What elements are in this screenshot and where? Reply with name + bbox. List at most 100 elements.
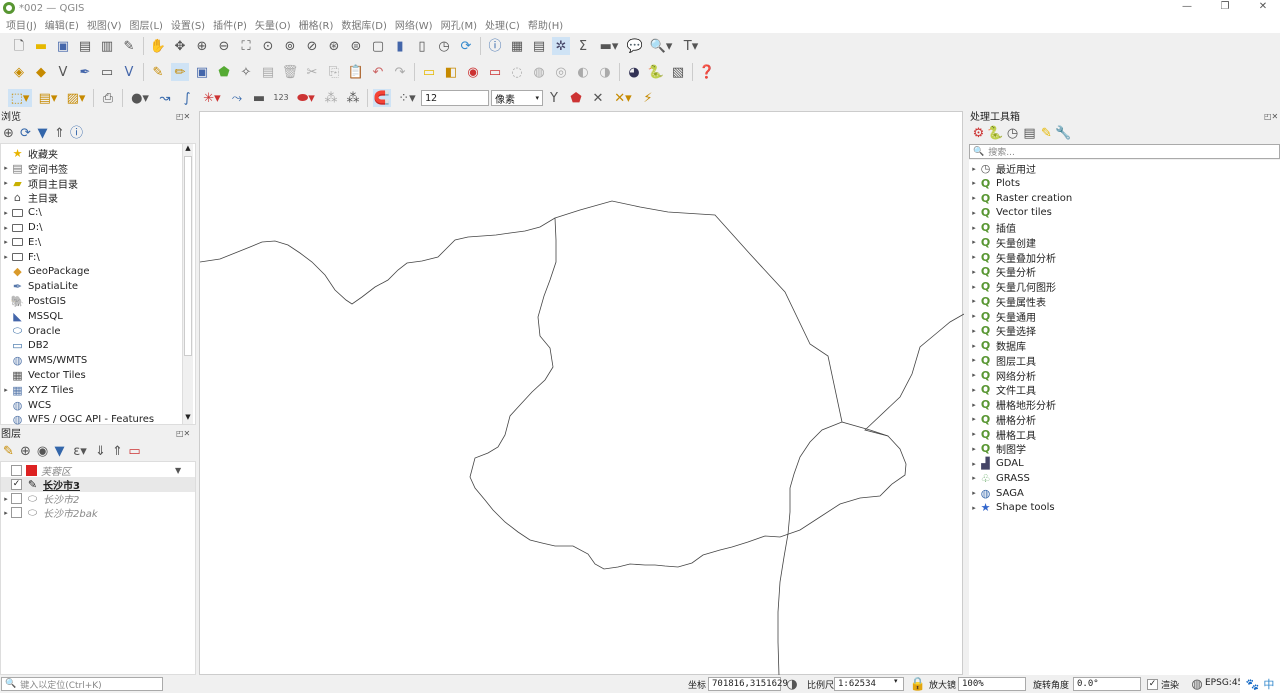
expand-arrow-icon[interactable]: ▸ <box>969 371 979 379</box>
menu-item[interactable]: 图层(L) <box>126 17 167 32</box>
expand-arrow-icon[interactable]: ▸ <box>969 253 979 261</box>
expand-arrow-icon[interactable]: ▸ <box>1 224 11 232</box>
digitize-curve-icon[interactable]: ∫ <box>178 89 196 107</box>
expand-arrow-icon[interactable]: ▸ <box>1 509 11 517</box>
scrollbar-thumb[interactable] <box>184 156 192 356</box>
options-icon[interactable]: 🔧 <box>1055 125 1071 143</box>
self-snap-icon[interactable]: ⚡ <box>639 89 657 107</box>
toolbox-group[interactable]: ▸ Q 栅格分析 <box>969 412 1036 427</box>
zoom-next-icon[interactable]: ⊜ <box>347 37 365 55</box>
add-group-icon[interactable]: ⊕ <box>19 443 32 461</box>
map-canvas[interactable] <box>199 111 964 676</box>
toolbox-group[interactable]: ▸ ▟ GDAL <box>969 456 1023 471</box>
lock-scale-icon[interactable]: 🔒 <box>910 675 926 693</box>
maximize-button[interactable]: ❐ <box>1208 0 1242 16</box>
expand-arrow-icon[interactable]: ▸ <box>969 327 979 335</box>
show-hide-labels-icon[interactable]: ◉ <box>464 63 482 81</box>
help-icon[interactable]: ❓ <box>698 63 716 81</box>
print-icon[interactable]: ⎙ <box>99 89 117 107</box>
processing-toolbox-icon[interactable]: ✲ <box>552 37 570 55</box>
expand-arrow-icon[interactable]: ▸ <box>1 253 11 261</box>
snapping-mode-icon[interactable]: ⁘▾ <box>395 89 419 107</box>
statistics-icon[interactable]: Σ <box>574 37 592 55</box>
change-label-icon[interactable]: ◍ <box>530 63 548 81</box>
label-props-icon[interactable]: ◐ <box>574 63 592 81</box>
browser-item[interactable]: ⬭ Oracle <box>1 324 61 339</box>
expand-arrow-icon[interactable]: ▸ <box>969 268 979 276</box>
browser-scrollbar[interactable]: ▲ ▼ <box>182 144 193 424</box>
trace-icon[interactable]: ✕▾ <box>611 89 635 107</box>
menu-item[interactable]: 视图(V) <box>83 17 126 32</box>
collapse-all-icon[interactable]: ⇑ <box>53 125 66 143</box>
data-source-manager-icon[interactable]: ◈ <box>10 63 28 81</box>
expand-arrow-icon[interactable]: ▸ <box>969 474 979 482</box>
redo-icon[interactable]: ↷ <box>391 63 409 81</box>
rotation-field[interactable]: 0.0° <box>1073 677 1141 691</box>
number-tool-icon[interactable]: 123 <box>272 89 290 107</box>
browser-item[interactable]: ★ 收藏夹 <box>1 146 58 161</box>
manage-themes-icon[interactable]: ◉ <box>36 443 49 461</box>
zoom-native-icon[interactable]: ⊘ <box>303 37 321 55</box>
refresh-icon[interactable]: ⟳ <box>19 125 32 143</box>
filter-icon[interactable]: ▼ <box>36 125 49 143</box>
menu-item[interactable]: 插件(P) <box>209 17 251 32</box>
reshape-icon[interactable]: ⤳ <box>228 89 246 107</box>
python-console-icon[interactable]: 🐍 <box>647 63 665 81</box>
toolbox-group[interactable]: ▸ Q 制图学 <box>969 441 1026 456</box>
remove-layer-icon[interactable]: ▭ <box>128 443 141 461</box>
browser-item[interactable]: ▸ ⌂ 主目录 <box>1 190 58 205</box>
move-label-icon[interactable]: ▭ <box>486 63 504 81</box>
save-edits-icon[interactable]: ▣ <box>193 63 211 81</box>
map-tips-icon[interactable]: 💬 <box>626 37 644 55</box>
toolbox-group[interactable]: ▸ Q 文件工具 <box>969 382 1036 397</box>
expand-arrow-icon[interactable]: ▸ <box>1 194 11 202</box>
toolbox-group[interactable]: ▸ Q 网络分析 <box>969 368 1036 383</box>
new-project-icon[interactable]: 🗋 <box>10 37 28 55</box>
show-bookmarks-icon[interactable]: ▯ <box>413 37 431 55</box>
deselect-icon[interactable]: ▨▾ <box>64 89 88 107</box>
expand-arrow-icon[interactable]: ▸ <box>969 238 979 246</box>
browser-item[interactable]: ▸ ▤ 空间书签 <box>1 161 68 176</box>
crs-globe-icon[interactable]: ◍ <box>1190 675 1204 693</box>
menu-item[interactable]: 数据库(D) <box>337 17 391 32</box>
toolbox-group[interactable]: ▸ Q 矢量几何图形 <box>969 279 1056 294</box>
expand-arrow-icon[interactable]: ▸ <box>969 179 979 187</box>
menu-item[interactable]: 网络(W) <box>391 17 437 32</box>
field-calculator-icon[interactable]: ▤ <box>530 37 548 55</box>
digitize-xy-icon[interactable]: ↝ <box>156 89 174 107</box>
expand-arrow-icon[interactable]: ▸ <box>969 504 979 512</box>
select-by-value-icon[interactable]: 🔍▾ <box>648 37 674 55</box>
toolbox-group[interactable]: ▸ Q 矢量属性表 <box>969 294 1046 309</box>
browser-item[interactable]: ▸ ▦ XYZ Tiles <box>1 383 73 398</box>
browser-item[interactable]: ◍ WCS <box>1 398 52 413</box>
ime-indicator[interactable]: 🐾 中 <box>1240 675 1280 693</box>
panel-float-close-icon[interactable]: ◰✕ <box>176 112 190 121</box>
snap-unit-select[interactable]: 像素 ▾ <box>491 90 543 106</box>
filter-icon[interactable]: ▼ <box>175 466 181 475</box>
current-edits-icon[interactable]: ✎ <box>149 63 167 81</box>
vertex-tool-icon[interactable]: ✧ <box>237 63 255 81</box>
paste-features-icon[interactable]: 📋 <box>347 63 365 81</box>
layer-item[interactable]: ▸ ⬭ 长沙市2bak <box>1 505 195 521</box>
models-icon[interactable]: ⚙ <box>972 125 985 143</box>
undo-icon[interactable]: ↶ <box>369 63 387 81</box>
layer-visibility-checkbox[interactable] <box>11 507 22 518</box>
rotate-label-icon[interactable]: ◌ <box>508 63 526 81</box>
menu-item[interactable]: 帮助(H) <box>524 17 567 32</box>
menu-item[interactable]: 栅格(R) <box>295 17 338 32</box>
pan-to-selection-icon[interactable]: ✥ <box>171 37 189 55</box>
save-project-icon[interactable]: ▣ <box>54 37 72 55</box>
move-diagram-icon[interactable]: ◎ <box>552 63 570 81</box>
expand-arrow-icon[interactable]: ▸ <box>969 194 979 202</box>
browser-item[interactable]: ◆ GeoPackage <box>1 264 89 279</box>
merge-icon[interactable]: ⁂ <box>322 89 340 107</box>
coordinate-field[interactable]: 701816,3151629 <box>708 677 788 691</box>
expand-arrow-icon[interactable]: ▸ <box>969 224 979 232</box>
filter-expression-icon[interactable]: ε▾ <box>70 443 90 461</box>
open-project-icon[interactable]: ▬ <box>32 37 50 55</box>
scripts-icon[interactable]: 🐍 <box>987 125 1003 143</box>
menu-item[interactable]: 矢量(O) <box>251 17 295 32</box>
toolbox-group[interactable]: ▸ Q 栅格地形分析 <box>969 397 1056 412</box>
toggle-extents-icon[interactable]: ◑ <box>785 675 799 693</box>
zoom-layer-icon[interactable]: ⊚ <box>281 37 299 55</box>
